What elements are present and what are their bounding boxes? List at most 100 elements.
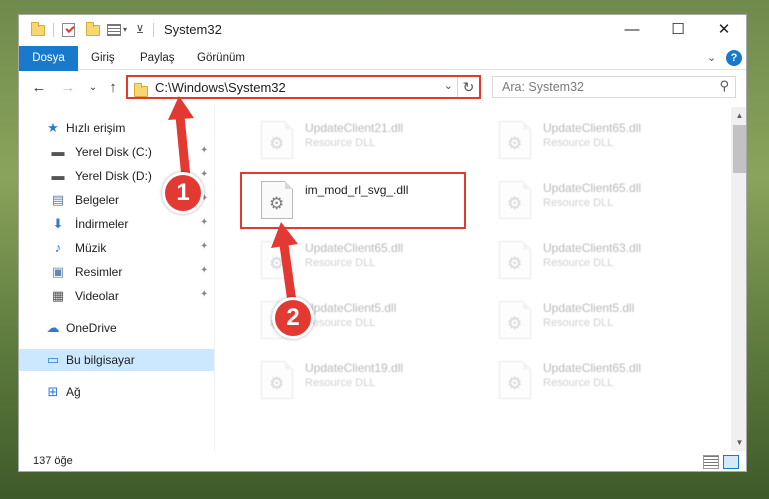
file-item[interactable]: UpdateClient65.dll Resource DLL bbox=[477, 115, 707, 163]
sidebar-item-pictures[interactable]: ▣ Resimler ✦ bbox=[19, 261, 214, 283]
help-icon[interactable]: ? bbox=[726, 50, 742, 66]
file-name: UpdateClient19.dll bbox=[305, 361, 404, 375]
sidebar-item-label: Ağ bbox=[66, 385, 81, 399]
sidebar-item-label: Yerel Disk (D:) bbox=[75, 169, 152, 183]
pin-icon[interactable]: ✦ bbox=[200, 145, 208, 156]
navigation-bar: ← → ⌄ ↑ C:\Windows\System32 ⌄ ↻ ⚲ bbox=[19, 71, 746, 105]
vertical-scrollbar[interactable]: ▲ ▼ bbox=[731, 107, 746, 451]
sidebar-item-label: Bu bilgisayar bbox=[66, 353, 135, 367]
new-folder-icon[interactable] bbox=[86, 22, 100, 38]
file-item[interactable]: UpdateClient65.dll Resource DLL bbox=[477, 355, 707, 403]
pin-icon[interactable]: ✦ bbox=[200, 241, 208, 252]
item-count: 137 öğe bbox=[33, 455, 73, 467]
forward-button[interactable]: → bbox=[58, 78, 78, 98]
customize-toolbar-icon[interactable]: ⊻ bbox=[136, 23, 144, 39]
music-icon: ♪ bbox=[54, 240, 62, 255]
address-path[interactable]: C:\Windows\System32 bbox=[155, 80, 286, 95]
recent-locations-button[interactable]: ⌄ bbox=[83, 78, 103, 98]
network-icon: ⊞ bbox=[47, 384, 59, 399]
sidebar-item-onedrive[interactable]: ☁ OneDrive bbox=[19, 317, 214, 339]
search-input[interactable] bbox=[493, 77, 703, 97]
pin-icon[interactable]: ✦ bbox=[200, 169, 208, 180]
sidebar-item-label: OneDrive bbox=[66, 321, 117, 335]
file-name: UpdateClient5.dll bbox=[305, 301, 397, 315]
large-icons-view-icon[interactable] bbox=[723, 455, 739, 469]
details-view-icon[interactable] bbox=[703, 455, 719, 469]
file-item[interactable]: UpdateClient63.dll Resource DLL bbox=[477, 235, 707, 283]
file-item[interactable]: UpdateClient65.dll Resource DLL bbox=[239, 235, 469, 283]
chevron-down-icon[interactable]: ⌄ bbox=[444, 79, 453, 92]
minimize-button[interactable]: — bbox=[609, 15, 655, 46]
sidebar-item-videos[interactable]: ▦ Videolar ✦ bbox=[19, 285, 214, 307]
view-options-icon[interactable] bbox=[107, 22, 121, 38]
sidebar-item-label: Müzik bbox=[75, 241, 107, 255]
documents-icon: ▤ bbox=[51, 192, 65, 207]
drive-icon: ▬ bbox=[51, 168, 65, 183]
dll-file-icon bbox=[261, 121, 293, 159]
dll-file-icon bbox=[499, 301, 531, 339]
sidebar-item-label: Videolar bbox=[75, 289, 119, 303]
title-bar: ▾ ⊻ System32 — ☐ ✕ bbox=[19, 15, 746, 46]
file-item[interactable]: UpdateClient21.dll Resource DLL bbox=[239, 115, 469, 163]
tab-home[interactable]: Giriş bbox=[79, 46, 127, 70]
file-item[interactable]: UpdateClient19.dll Resource DLL bbox=[239, 355, 469, 403]
scroll-up-icon[interactable]: ▲ bbox=[731, 107, 746, 124]
file-type: Resource DLL bbox=[543, 197, 614, 209]
file-name: UpdateClient65.dll bbox=[543, 121, 642, 135]
sidebar-item-this-pc[interactable]: ▭ Bu bilgisayar bbox=[19, 349, 214, 371]
pin-icon[interactable]: ✦ bbox=[200, 217, 208, 228]
file-type: Resource DLL bbox=[305, 257, 376, 269]
explorer-window: ▾ ⊻ System32 — ☐ ✕ Dosya Giriş Paylaş Gö… bbox=[18, 14, 747, 472]
callout-step-2: 2 bbox=[272, 297, 314, 339]
file-item[interactable]: UpdateClient5.dll Resource DLL bbox=[477, 295, 707, 343]
file-type: Resource DLL bbox=[305, 137, 376, 149]
file-item[interactable]: UpdateClient65.dll Resource DLL bbox=[477, 175, 707, 223]
status-bar: 137 öğe bbox=[19, 451, 746, 471]
dll-file-icon bbox=[499, 241, 531, 279]
pictures-icon: ▣ bbox=[51, 264, 65, 279]
scroll-down-icon[interactable]: ▼ bbox=[731, 434, 746, 451]
sidebar-item-quick-access[interactable]: ★ Hızlı erişim bbox=[19, 117, 214, 139]
file-name: UpdateClient65.dll bbox=[543, 181, 642, 195]
sidebar-item-downloads[interactable]: ⬇ İndirmeler ✦ bbox=[19, 213, 214, 235]
back-button[interactable]: ← bbox=[29, 78, 49, 98]
sidebar-item-network[interactable]: ⊞ Ağ bbox=[19, 381, 214, 403]
tab-share[interactable]: Paylaş bbox=[128, 46, 187, 70]
separator bbox=[53, 23, 54, 37]
maximize-button[interactable]: ☐ bbox=[655, 15, 701, 46]
pin-icon[interactable]: ✦ bbox=[200, 265, 208, 276]
scroll-thumb[interactable] bbox=[733, 125, 746, 173]
file-name: UpdateClient65.dll bbox=[543, 361, 642, 375]
sidebar-item-label: Resimler bbox=[75, 265, 123, 279]
videos-icon: ▦ bbox=[51, 288, 65, 303]
sidebar-item-local-disk-c[interactable]: ▬ Yerel Disk (C:) ✦ bbox=[19, 141, 214, 163]
search-icon[interactable]: ⚲ bbox=[719, 78, 729, 94]
separator bbox=[153, 23, 154, 37]
sidebar-item-label: Yerel Disk (C:) bbox=[75, 145, 152, 159]
chevron-down-icon[interactable]: ▾ bbox=[123, 25, 127, 41]
tab-view[interactable]: Görünüm bbox=[185, 46, 257, 70]
file-list: UpdateClient21.dll Resource DLL UpdateCl… bbox=[219, 107, 731, 451]
file-name: UpdateClient65.dll bbox=[305, 241, 404, 255]
drive-icon: ▬ bbox=[51, 144, 65, 159]
sidebar-item-music[interactable]: ♪ Müzik ✦ bbox=[19, 237, 214, 259]
star-icon: ★ bbox=[47, 120, 59, 135]
file-type: Resource DLL bbox=[305, 317, 376, 329]
dll-file-icon bbox=[499, 361, 531, 399]
address-bar[interactable]: C:\Windows\System32 ⌄ ↻ bbox=[126, 75, 481, 99]
sidebar-item-label: Belgeler bbox=[75, 193, 120, 207]
file-name: UpdateClient5.dll bbox=[543, 301, 635, 315]
pin-icon[interactable]: ✦ bbox=[200, 289, 208, 300]
search-box[interactable]: ⚲ bbox=[492, 76, 736, 98]
close-button[interactable]: ✕ bbox=[701, 15, 746, 46]
properties-icon[interactable] bbox=[62, 22, 75, 38]
up-button[interactable]: ↑ bbox=[103, 78, 123, 98]
refresh-button[interactable]: ↻ bbox=[457, 77, 479, 97]
file-name: UpdateClient21.dll bbox=[305, 121, 404, 135]
dll-file-icon bbox=[261, 361, 293, 399]
ribbon-expand-icon[interactable]: ⌄ bbox=[707, 46, 716, 70]
dll-file-icon bbox=[499, 181, 531, 219]
file-highlight-box bbox=[240, 172, 466, 229]
pane-divider[interactable] bbox=[214, 105, 215, 451]
dll-file-icon bbox=[261, 241, 293, 279]
